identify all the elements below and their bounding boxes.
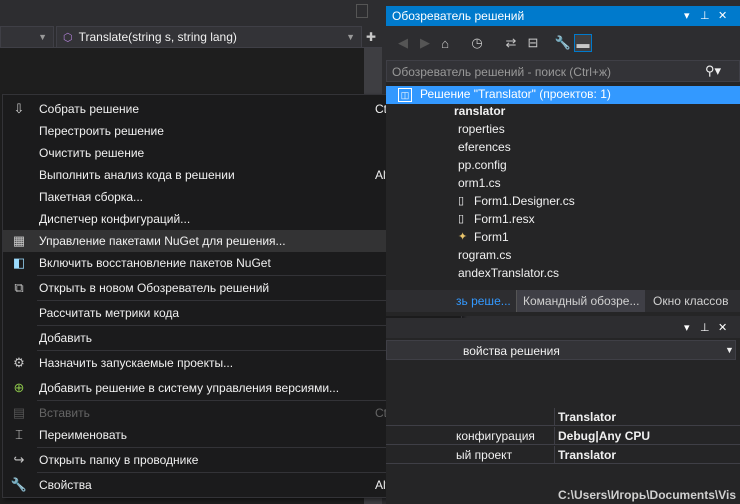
home-icon[interactable]: ⌂: [436, 34, 454, 52]
file-icon: ▯: [458, 195, 465, 207]
method-icon: ⬡: [63, 31, 73, 44]
tree-item-program-cs[interactable]: rogram.cs: [458, 248, 511, 266]
forward-icon[interactable]: ▶: [416, 34, 434, 52]
close-icon[interactable]: ✕: [718, 321, 727, 334]
tree-item-solution[interactable]: ◫ Решение "Translator" (проектов: 1): [386, 86, 740, 104]
properties-title-bar: ▾ ⊥ ✕: [386, 318, 740, 338]
split-icon[interactable]: ✚: [366, 30, 376, 44]
sync-icon[interactable]: ⇄: [502, 34, 520, 52]
tree-item-form1-resx[interactable]: Form1.resx: [474, 212, 535, 230]
tree-item-app-config[interactable]: pp.config: [458, 158, 507, 176]
tab-solution-explorer[interactable]: зь реше...: [456, 290, 511, 312]
class-icon: ✦: [458, 231, 468, 243]
wrench-icon: 🔧: [10, 477, 28, 492]
back-icon[interactable]: ◀: [394, 34, 412, 52]
solution-path: C:\Users\Игорь\Documents\Vis: [558, 488, 736, 502]
collapse-all-icon[interactable]: ⊟: [524, 34, 542, 52]
tree-item-form1-designer[interactable]: Form1.Designer.cs: [474, 194, 575, 212]
nuget-icon: ▦: [12, 233, 26, 248]
chevron-down-icon: ▼: [38, 32, 47, 42]
tree-item-form1-class[interactable]: Form1: [474, 230, 509, 248]
bottom-tab-strip: зь реше... Командный обозре... Окно клас…: [386, 290, 740, 312]
rename-icon: ⌶: [15, 427, 23, 442]
search-placeholder: Обозреватель решений - поиск (Ctrl+ж): [392, 65, 611, 79]
open-folder-icon: ↪: [13, 452, 25, 467]
properties-object-dropdown[interactable]: войства решения ▼: [386, 340, 736, 360]
restore-packages-icon: ◧: [12, 255, 26, 270]
new-explorer-icon: ⧉: [14, 280, 24, 295]
solution-explorer-title-bar: Обозреватель решений ▾ ⊥ ✕: [386, 6, 740, 26]
property-row[interactable]: конфигурация Debug|Any CPU: [386, 427, 740, 445]
preview-icon[interactable]: ▬: [574, 34, 592, 52]
maximize-icon[interactable]: [356, 4, 368, 18]
member-dropdown-label: Translate(string s, string lang): [78, 30, 237, 44]
solution-tree: ◫ Решение "Translator" (проектов: 1) ran…: [386, 82, 740, 288]
history-icon[interactable]: ◷: [468, 34, 486, 52]
tree-item-yandex-translator[interactable]: andexTranslator.cs: [458, 266, 559, 284]
dropdown-icon[interactable]: ▾: [684, 9, 690, 22]
add-source-control-icon: ⊕: [13, 380, 25, 395]
pin-icon[interactable]: ⊥: [700, 321, 710, 334]
member-dropdown[interactable]: ⬡ Translate(string s, string lang) ▼: [56, 26, 362, 48]
search-icon[interactable]: ⚲▾: [705, 63, 721, 79]
tab-class-view[interactable]: Окно классов: [650, 290, 728, 312]
property-row[interactable]: ый проект Translator: [386, 446, 740, 464]
build-icon: ⇩: [13, 101, 25, 116]
solution-icon: ◫: [398, 88, 412, 102]
navigation-bar: ▼ ⬡ Translate(string s, string lang) ▼ ✚: [0, 26, 382, 48]
tree-item-references[interactable]: eferences: [458, 140, 511, 158]
properties-grid: Translator конфигурация Debug|Any CPU ый…: [386, 408, 740, 468]
pin-icon[interactable]: ⊥: [700, 9, 710, 22]
dropdown-icon[interactable]: ▾: [684, 321, 690, 334]
chevron-down-icon: ▼: [346, 32, 355, 42]
tree-item-project[interactable]: ranslator: [454, 104, 505, 122]
tab-team-explorer[interactable]: Командный обозре...: [516, 290, 646, 312]
panel-title: Обозреватель решений: [392, 9, 525, 23]
solution-explorer-search[interactable]: Обозреватель решений - поиск (Ctrl+ж) ⚲▾: [386, 60, 740, 82]
tree-item-properties[interactable]: roperties: [458, 122, 505, 140]
properties-panel: ▾ ⊥ ✕ войства решения ▼ Translator конфи…: [386, 318, 740, 504]
file-icon: ▯: [458, 213, 465, 225]
properties-wrench-icon[interactable]: 🔧: [554, 34, 572, 52]
editor-tab-strip: [0, 0, 382, 26]
close-icon[interactable]: ✕: [718, 9, 727, 22]
solution-explorer-panel: Обозреватель решений ▾ ⊥ ✕ ◀ ▶ ⌂ ◷ ⇄ ⊟ 🔧…: [386, 6, 740, 316]
gear-icon: ⚙: [13, 355, 25, 370]
property-row[interactable]: Translator: [386, 408, 740, 426]
chevron-down-icon: ▼: [725, 345, 734, 355]
paste-icon: ▤: [12, 405, 26, 420]
tree-item-form1-cs[interactable]: orm1.cs: [458, 176, 501, 194]
solution-explorer-toolbar: ◀ ▶ ⌂ ◷ ⇄ ⊟ 🔧 ▬: [386, 26, 740, 60]
type-dropdown[interactable]: ▼: [0, 26, 54, 48]
